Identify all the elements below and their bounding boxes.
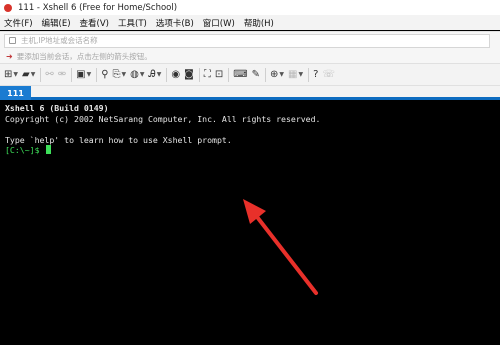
copy-icon: ⎘ (112, 68, 121, 80)
globe-button[interactable]: ◍ ▼ (130, 67, 144, 83)
keyboard-button[interactable]: ⌨ (233, 67, 247, 83)
chevron-down-icon: ▼ (30, 71, 36, 78)
toolbar-divider (265, 67, 267, 82)
terminal-line-copyright: Copyright (c) 2002 NetSarang Computer, I… (5, 113, 321, 124)
host-address-box[interactable] (4, 33, 490, 48)
copy-button[interactable]: ⎘ ▼ (113, 67, 127, 83)
session-hint-text: 要添加当前会话，点击左侧的箭头按钮。 (16, 51, 152, 61)
add-tab-icon: ⊕ (270, 68, 279, 80)
lock-icon: ⊡ (214, 68, 224, 80)
add-tab-button[interactable]: ⊕ ▼ (270, 67, 284, 83)
toolbar-divider (40, 67, 42, 82)
help-icon: ? (313, 68, 319, 80)
chevron-down-icon: ▼ (86, 71, 92, 78)
toolbar-divider (71, 67, 73, 82)
toolbar-divider (228, 67, 230, 82)
terminal-prompt-line: [C:\~]$ (5, 145, 500, 156)
menu-tools[interactable]: 工具(T) (118, 17, 147, 29)
globe-icon: ◍ (130, 68, 139, 80)
new-session-button[interactable]: ⊞ ▼ (4, 67, 18, 83)
xmanager-button[interactable]: ◙ (184, 67, 194, 83)
menu-tabs[interactable]: 选项卡(B) (156, 17, 194, 29)
host-address-input[interactable] (21, 36, 461, 45)
open-button[interactable]: ▰ ▼ (22, 67, 35, 83)
terminal-prompt: [C:\~]$ (5, 145, 45, 155)
xshell-logo-icon (4, 3, 12, 12)
terminal-cursor (46, 145, 52, 154)
terminal-line-help: Type `help' to learn how to use Xshell p… (5, 134, 232, 145)
font-button[interactable]: Ꭿ ▼ (149, 67, 162, 83)
terminal-line-version: Xshell 6 (Build 0149) (5, 103, 109, 113)
toolbar-divider (166, 67, 168, 82)
font-icon: Ꭿ (148, 68, 156, 80)
connect-icon: ⚯ (45, 68, 54, 80)
chevron-down-icon: ▼ (156, 71, 162, 78)
tab-label: 111 (7, 88, 24, 98)
compose-button[interactable]: ✎ (252, 67, 260, 83)
lock-button[interactable]: ⊡ (215, 67, 223, 83)
window-title: 111 - Xshell 6 (Free for Home/School) (18, 2, 178, 13)
find-button[interactable]: ⚲ (101, 67, 108, 83)
layout-button[interactable]: ▦ ▼ (288, 67, 303, 83)
menu-file[interactable]: 文件(F) (4, 17, 33, 29)
chevron-down-icon: ▼ (139, 71, 145, 78)
disconnect-icon: ⚮ (57, 68, 67, 80)
menu-view[interactable]: 查看(V) (80, 17, 109, 29)
xftp-icon: ◉ (171, 68, 181, 80)
xftp-button[interactable]: ◉ (171, 67, 180, 83)
fullscreen-icon: ⛶ (203, 68, 211, 80)
session-tab-bar: 111 (0, 86, 500, 100)
toolbar-divider (308, 67, 310, 82)
tab-session-111[interactable]: 111 (0, 86, 31, 100)
properties-icon: ▣ (76, 68, 86, 80)
layout-icon: ▦ (288, 68, 298, 80)
new-session-icon: ⊞ (4, 68, 13, 80)
chevron-down-icon: ▼ (121, 71, 127, 78)
chevron-down-icon: ▼ (279, 71, 285, 78)
properties-button[interactable]: ▣ ▼ (76, 67, 91, 83)
chat-icon: ☏ (322, 68, 335, 80)
terminal-area[interactable]: Xshell 6 (Build 0149) Copyright (c) 2002… (0, 100, 500, 345)
disconnect-button[interactable]: ⚮ (58, 67, 66, 83)
compose-icon: ✎ (251, 68, 261, 80)
menu-window[interactable]: 窗口(W) (203, 17, 235, 29)
find-icon: ⚲ (101, 68, 109, 80)
address-bar (0, 31, 500, 49)
toolbar-divider (96, 67, 98, 82)
toolbar-divider (198, 67, 200, 82)
menu-bar: 文件(F) 编辑(E) 查看(V) 工具(T) 选项卡(B) 窗口(W) 帮助(… (0, 15, 500, 30)
chevron-down-icon: ▼ (298, 71, 304, 78)
title-bar: 111 - Xshell 6 (Free for Home/School) (0, 0, 500, 15)
session-hint-bar: ➜ 要添加当前会话，点击左侧的箭头按钮。 (0, 49, 500, 64)
toolbar: ⊞ ▼ ▰ ▼ ⚯ ⚮ ▣ ▼ ⚲ ⎘ ▼ ◍ ▼ Ꭿ ▼ ◉ ◙ ⛶ ⊡ ⌨ ✎ ⊕ ▼ ▦… (0, 64, 500, 86)
connect-button[interactable]: ⚯ (45, 67, 53, 83)
menu-edit[interactable]: 编辑(E) (42, 17, 71, 29)
xmanager-icon: ◙ (184, 68, 194, 80)
help-button[interactable]: ? (313, 67, 318, 83)
fullscreen-button[interactable]: ⛶ (204, 67, 211, 83)
open-folder-icon: ▰ (22, 68, 30, 80)
menu-help[interactable]: 帮助(H) (244, 17, 274, 29)
add-session-arrow-icon[interactable]: ➜ (6, 52, 13, 61)
address-book-icon (9, 37, 16, 44)
chat-button[interactable]: ☏ (322, 67, 335, 83)
chevron-down-icon: ▼ (13, 71, 19, 78)
keyboard-icon: ⌨ (233, 68, 248, 80)
